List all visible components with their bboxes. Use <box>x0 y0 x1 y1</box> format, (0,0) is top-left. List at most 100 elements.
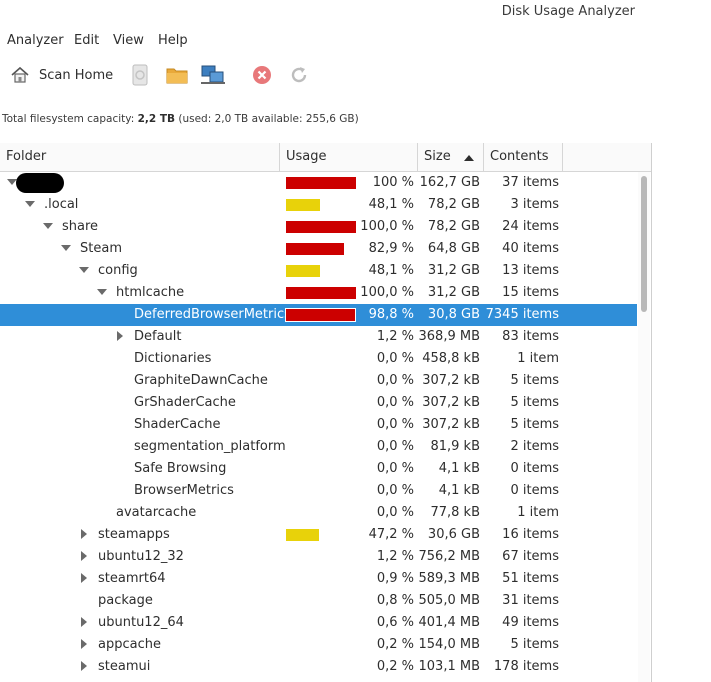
expander-open-icon[interactable] <box>96 286 108 298</box>
column-header: Folder Usage Size Contents <box>0 143 651 172</box>
folder-size: 307,2 kB <box>422 417 480 432</box>
folder-size: 401,4 MB <box>418 615 480 630</box>
folder-contents: 178 items <box>493 659 559 674</box>
tree-row[interactable]: Safe Browsing 0,0 % 4,1 kB 0 items <box>0 458 637 480</box>
refresh-button[interactable] <box>288 62 310 88</box>
usage-percent: 0,0 % <box>376 461 414 476</box>
tree-row[interactable]: DeferredBrowserMetrics 98,8 % 30,8 GB 7345 … <box>0 304 637 326</box>
folder-name: DeferredBrowserMetrics <box>134 307 291 322</box>
menu-bar: Analyzer Edit View Help <box>0 26 711 52</box>
folder-contents: 83 items <box>502 329 559 344</box>
column-contents[interactable]: Contents <box>484 143 563 171</box>
usage-percent: 48,1 % <box>368 263 414 278</box>
tree-row[interactable]: 100 % 162,7 GB 37 items <box>0 172 637 194</box>
expander-closed-icon[interactable] <box>78 572 90 584</box>
tree-row[interactable]: GrShaderCache 0,0 % 307,2 kB 5 items <box>0 392 637 414</box>
usage-percent: 0,0 % <box>376 395 414 410</box>
folder-size: 64,8 GB <box>427 241 480 256</box>
expander-closed-icon[interactable] <box>78 528 90 540</box>
folder-size: 154,0 MB <box>418 637 480 652</box>
scan-folder-button[interactable] <box>165 62 189 88</box>
menu-help[interactable]: Help <box>158 33 188 48</box>
folder-name: appcache <box>98 637 161 652</box>
tree-row[interactable]: segmentation_platform 0,0 % 81,9 kB 2 items <box>0 436 637 458</box>
column-folder[interactable]: Folder <box>0 143 280 171</box>
usage-bar <box>286 221 356 233</box>
expander-open-icon[interactable] <box>60 242 72 254</box>
usage-percent: 0,2 % <box>376 637 414 652</box>
tree-row[interactable]: share 100,0 % 78,2 GB 24 items <box>0 216 637 238</box>
scan-remote-button[interactable] <box>200 62 226 88</box>
usage-percent: 0,0 % <box>376 505 414 520</box>
usage-percent: 98,8 % <box>368 307 414 322</box>
expander-open-icon[interactable] <box>24 198 36 210</box>
folder-size: 307,2 kB <box>422 373 480 388</box>
folder-contents: 13 items <box>502 263 559 278</box>
tree-row[interactable]: htmlcache 100,0 % 31,2 GB 15 items <box>0 282 637 304</box>
usage-percent: 0,0 % <box>376 351 414 366</box>
tree-row[interactable]: package 0,8 % 505,0 MB 31 items <box>0 590 637 612</box>
menu-view[interactable]: View <box>113 33 144 48</box>
folder-contents: 1 item <box>517 351 559 366</box>
usage-percent: 0,0 % <box>376 483 414 498</box>
folder-size: 81,9 kB <box>430 439 480 454</box>
expander-closed-icon[interactable] <box>78 616 90 628</box>
tree-row[interactable]: .local 48,1 % 78,2 GB 3 items <box>0 194 637 216</box>
network-icon <box>200 64 226 86</box>
redacted-folder-name <box>16 173 64 193</box>
tree-row[interactable]: Dictionaries 0,0 % 458,8 kB 1 item <box>0 348 637 370</box>
column-usage-label: Usage <box>286 149 327 164</box>
folder-size: 756,2 MB <box>418 549 480 564</box>
expander-closed-icon[interactable] <box>114 330 126 342</box>
column-usage[interactable]: Usage <box>280 143 418 171</box>
expander-open-icon[interactable] <box>42 220 54 232</box>
tree-row[interactable]: steamrt64 0,9 % 589,3 MB 51 items <box>0 568 637 590</box>
folder-name: BrowserMetrics <box>134 483 234 498</box>
tree-row[interactable]: GraphiteDawnCache 0,0 % 307,2 kB 5 items <box>0 370 637 392</box>
menu-analyzer[interactable]: Analyzer <box>7 33 64 48</box>
tree-row[interactable]: appcache 0,2 % 154,0 MB 5 items <box>0 634 637 656</box>
folder-name: htmlcache <box>116 285 185 300</box>
usage-percent: 100,0 % <box>360 219 414 234</box>
column-size[interactable]: Size <box>418 143 484 171</box>
tree-row[interactable]: BrowserMetrics 0,0 % 4,1 kB 0 items <box>0 480 637 502</box>
expander-closed-icon[interactable] <box>78 660 90 672</box>
folder-name: segmentation_platform <box>134 439 286 454</box>
tree-row[interactable]: avatarcache 0,0 % 77,8 kB 1 item <box>0 502 637 524</box>
tree-row[interactable]: ubuntu12_32 1,2 % 756,2 MB 67 items <box>0 546 637 568</box>
menu-edit[interactable]: Edit <box>74 33 99 48</box>
home-icon <box>9 64 31 86</box>
vertical-scrollbar[interactable] <box>638 172 650 682</box>
folder-size: 458,8 kB <box>422 351 480 366</box>
expander-open-icon[interactable] <box>78 264 90 276</box>
tree-row[interactable]: Steam 82,9 % 64,8 GB 40 items <box>0 238 637 260</box>
folder-contents: 49 items <box>502 615 559 630</box>
usage-percent: 0,0 % <box>376 439 414 454</box>
tree-row[interactable]: steamapps 47,2 % 30,6 GB 16 items <box>0 524 637 546</box>
folder-contents: 15 items <box>502 285 559 300</box>
folder-contents: 5 items <box>510 373 559 388</box>
tree-row[interactable]: Default 1,2 % 368,9 MB 83 items <box>0 326 637 348</box>
folder-size: 368,9 MB <box>418 329 480 344</box>
folder-size: 589,3 MB <box>418 571 480 586</box>
expander-closed-icon[interactable] <box>78 550 90 562</box>
tree-row[interactable]: steamui 0,2 % 103,1 MB 178 items <box>0 656 637 678</box>
folder-contents: 40 items <box>502 241 559 256</box>
scrollbar-thumb[interactable] <box>641 176 647 312</box>
folder-size: 4,1 kB <box>438 483 480 498</box>
folder-size: 30,8 GB <box>427 307 480 322</box>
tree-row[interactable]: ShaderCache 0,0 % 307,2 kB 5 items <box>0 414 637 436</box>
tree-row[interactable]: config 48,1 % 31,2 GB 13 items <box>0 260 637 282</box>
usage-bar <box>286 243 344 255</box>
folder-name: steamapps <box>98 527 170 542</box>
scan-home-button[interactable]: Scan Home <box>9 62 113 88</box>
scan-device-button[interactable] <box>129 62 151 88</box>
folder-name: ubuntu12_64 <box>98 615 184 630</box>
stop-button[interactable] <box>251 62 273 88</box>
expander-closed-icon[interactable] <box>78 638 90 650</box>
folder-contents: 1 item <box>517 505 559 520</box>
tree-row[interactable]: ubuntu12_64 0,6 % 401,4 MB 49 items <box>0 612 637 634</box>
folder-name: .local <box>44 197 79 212</box>
title-bar: Disk Usage Analyzer <box>0 0 711 26</box>
usage-percent: 0,0 % <box>376 417 414 432</box>
